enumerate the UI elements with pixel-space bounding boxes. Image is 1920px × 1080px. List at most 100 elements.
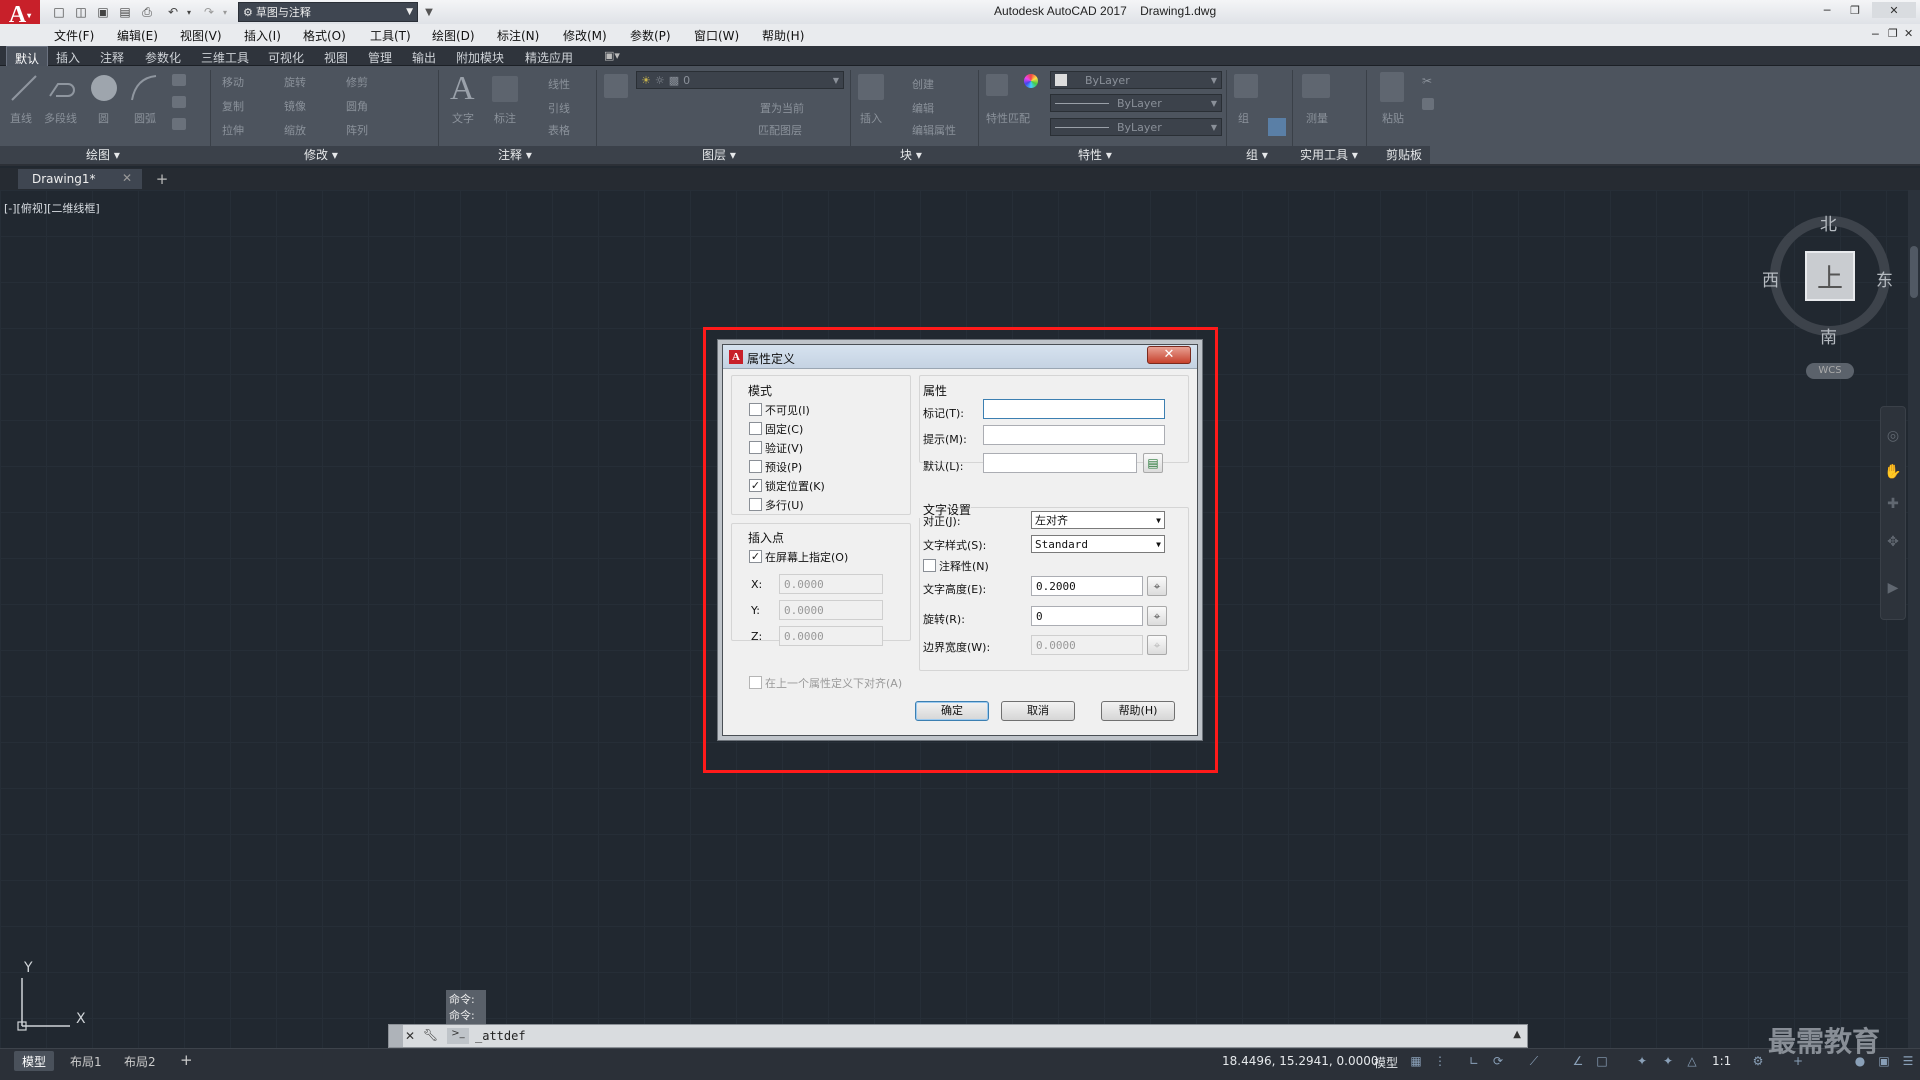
orbit-icon[interactable]: ✥ — [1884, 534, 1902, 552]
menu-tools[interactable]: 工具(T) — [370, 27, 411, 44]
steering-wheel-icon[interactable]: ◎ — [1884, 428, 1902, 446]
tab-parametric[interactable]: 参数化 — [145, 49, 181, 66]
isodraft-icon[interactable]: ⟋ — [1526, 1054, 1542, 1070]
panel-modify[interactable]: 修改 ▾ — [304, 146, 338, 164]
vertical-scrollbar[interactable] — [1908, 190, 1920, 1048]
menu-modify[interactable]: 修改(M) — [563, 27, 607, 44]
scale-tool[interactable]: 缩放 — [284, 122, 306, 138]
add-layout-icon[interactable]: + — [172, 1051, 201, 1071]
lineweight-dropdown[interactable]: ByLayer ▼ — [1050, 118, 1222, 136]
menu-parametric[interactable]: 参数(P) — [630, 27, 671, 44]
menu-dimension[interactable]: 标注(N) — [497, 27, 539, 44]
group-select-icon[interactable] — [1268, 118, 1286, 136]
menu-insert[interactable]: 插入(I) — [244, 27, 281, 44]
text-icon[interactable]: A — [450, 70, 475, 108]
panel-properties[interactable]: 特性 ▾ — [1078, 146, 1112, 164]
compass-west[interactable]: 西 — [1762, 266, 1779, 291]
layout-tab-layout2[interactable]: 布局2 — [116, 1051, 164, 1071]
linear-tool[interactable]: 线性 — [548, 76, 570, 92]
viewcube-top-face[interactable]: 上 — [1805, 251, 1855, 301]
restore-icon[interactable]: ❐ — [1844, 2, 1866, 18]
layer-dropdown[interactable]: ☀ ☼ ▩ 0 ▼ — [636, 71, 844, 89]
ribbon-toggle-icon[interactable]: ▣▾ — [604, 49, 620, 62]
fillet-tool[interactable]: 圆角 — [346, 98, 368, 114]
print-icon[interactable]: ⎙ — [138, 3, 156, 21]
doc-minimize-icon[interactable]: ─ — [1872, 28, 1879, 41]
scrollbar-thumb[interactable] — [1910, 246, 1918, 298]
cursor-coordinates[interactable]: 18.4496, 15.2941, 0.0000 — [1222, 1054, 1379, 1068]
doc-restore-icon[interactable]: ❐ — [1888, 27, 1898, 40]
redo-dropdown-icon[interactable]: ▾ — [216, 3, 234, 21]
close-window-icon[interactable]: ✕ — [1872, 2, 1916, 18]
color-wheel-icon[interactable] — [1024, 74, 1038, 88]
tab-3d-tools[interactable]: 三维工具 — [201, 49, 249, 66]
panel-groups[interactable]: 组 ▾ — [1246, 146, 1268, 164]
tab-visualize[interactable]: 可视化 — [268, 49, 304, 66]
new-tab-icon[interactable]: + — [152, 170, 172, 188]
tab-annotate[interactable]: 注释 — [100, 49, 124, 66]
annotation-visibility-icon[interactable]: ✦ — [1634, 1054, 1650, 1070]
copy-tool[interactable]: 复制 — [222, 98, 244, 114]
tab-home[interactable]: 默认 — [6, 46, 49, 66]
menu-view[interactable]: 视图(V) — [180, 27, 222, 44]
model-space-button[interactable]: 模型 — [1374, 1054, 1398, 1071]
rectangle-icon[interactable] — [172, 74, 186, 86]
annotation-scale-icon[interactable]: △ — [1684, 1054, 1700, 1070]
workspace-selector[interactable]: ⚙ 草图与注释 ▼ — [238, 2, 418, 22]
menu-edit[interactable]: 编辑(E) — [117, 27, 158, 44]
tab-view[interactable]: 视图 — [324, 49, 348, 66]
command-prompt-icon[interactable]: >_ — [447, 1028, 469, 1044]
pan-icon[interactable]: ✋ — [1884, 464, 1902, 482]
linetype-dropdown[interactable]: ByLayer ▼ — [1050, 94, 1222, 112]
stretch-tool[interactable]: 拉伸 — [222, 122, 244, 138]
close-icon[interactable]: ✕ — [405, 1029, 415, 1043]
arc-tool[interactable] — [128, 72, 160, 104]
mirror-tool[interactable]: 镜像 — [284, 98, 306, 114]
cut-icon[interactable]: ✂ — [1422, 74, 1432, 88]
group-icon[interactable] — [1234, 74, 1258, 98]
rotate-tool[interactable]: 旋转 — [284, 74, 306, 90]
workspace-gear-icon[interactable]: ⚙ — [1750, 1054, 1766, 1070]
match-layer-tool[interactable]: 匹配图层 — [758, 122, 802, 138]
new-file-icon[interactable]: □ — [50, 3, 68, 21]
compass-north[interactable]: 北 — [1820, 210, 1837, 235]
edit-attributes-tool[interactable]: 编辑属性 — [912, 122, 956, 138]
grid-icon[interactable]: ▦ — [1408, 1054, 1424, 1070]
menu-draw[interactable]: 绘图(D) — [432, 27, 475, 44]
compass-south[interactable]: 南 — [1820, 323, 1837, 348]
menu-file[interactable]: 文件(F) — [54, 27, 94, 44]
command-input[interactable]: _attdef — [475, 1029, 526, 1043]
compass-east[interactable]: 东 — [1876, 266, 1893, 291]
open-file-icon[interactable]: ◫ — [72, 3, 90, 21]
snap-icon[interactable]: ⋮ — [1432, 1054, 1448, 1070]
quick-access-menu-icon[interactable]: ▼ — [420, 3, 438, 21]
save-as-icon[interactable]: ▤ — [116, 3, 134, 21]
layer-properties-icon[interactable] — [604, 74, 628, 98]
close-tab-icon[interactable]: ✕ — [122, 171, 132, 185]
hatch-icon[interactable] — [172, 96, 186, 108]
wcs-menu[interactable]: WCS — [1806, 363, 1854, 379]
wrench-icon[interactable]: 🔧︎ — [423, 1028, 438, 1042]
osnap-tracking-icon[interactable]: ∠ — [1570, 1054, 1586, 1070]
circle-tool[interactable] — [88, 72, 120, 104]
menu-help[interactable]: 帮助(H) — [762, 27, 804, 44]
panel-layers[interactable]: 图层 ▾ — [702, 146, 736, 164]
minimize-icon[interactable]: ─ — [1816, 2, 1838, 18]
auto-scale-icon[interactable]: ✦ — [1660, 1054, 1676, 1070]
panel-clipboard[interactable]: 剪贴板 — [1386, 146, 1422, 164]
table-tool[interactable]: 表格 — [548, 122, 570, 138]
polar-icon[interactable]: ⟳ — [1490, 1054, 1506, 1070]
object-snap-icon[interactable]: □ — [1594, 1054, 1610, 1070]
dimension-icon[interactable] — [492, 76, 518, 102]
command-line-grip[interactable] — [389, 1025, 403, 1047]
layout-tab-layout1[interactable]: 布局1 — [62, 1051, 110, 1071]
zoom-extents-icon[interactable]: ✚ — [1884, 496, 1902, 514]
array-tool[interactable]: 阵列 — [346, 122, 368, 138]
copy-clip-icon[interactable] — [1422, 98, 1434, 110]
region-icon[interactable] — [172, 118, 186, 130]
tab-manage[interactable]: 管理 — [368, 49, 392, 66]
tab-featured-apps[interactable]: 精选应用 — [525, 49, 573, 66]
color-dropdown[interactable]: ByLayer ▼ — [1050, 71, 1222, 89]
layout-tab-model[interactable]: 模型 — [14, 1051, 55, 1071]
set-current-tool[interactable]: 置为当前 — [760, 100, 804, 116]
